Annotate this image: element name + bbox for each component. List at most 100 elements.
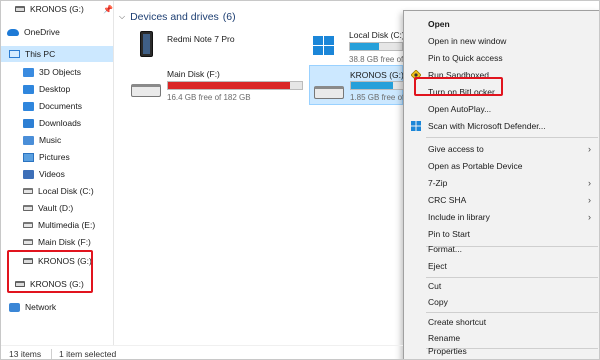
videos-icon [23, 169, 34, 179]
status-bar: 13 items 1 item selected [1, 345, 403, 359]
drive-icon [23, 222, 33, 228]
menu-item-cut[interactable]: Cut [404, 278, 599, 294]
menu-item-label: Pin to Start [428, 229, 471, 239]
menu-item-scan-defender[interactable]: Scan with Microsoft Defender... [404, 118, 599, 134]
drive-icon [15, 6, 25, 12]
nav-item-this-pc[interactable]: This PC [1, 46, 113, 62]
status-item-count: 13 items [9, 348, 42, 359]
menu-item-pin-quick-access[interactable]: Pin to Quick access [404, 50, 599, 66]
drive-icon [23, 205, 33, 211]
nav-item-label: Network [25, 302, 57, 312]
menu-item-label: Open AutoPlay... [428, 104, 492, 114]
chevron-right-icon: › [588, 144, 591, 154]
drive-usage-fill [351, 82, 393, 89]
nav-item-kronos-quick[interactable]: KRONOS (G:) 📌 [1, 1, 113, 17]
file-explorer-window: KRONOS (G:) 📌 OneDrive This PC 3D Object… [0, 0, 600, 360]
menu-item-copy[interactable]: Copy [404, 294, 599, 310]
nav-item-network[interactable]: Network [1, 299, 113, 315]
phone-icon [140, 31, 153, 57]
nav-item-label: Vault (D:) [38, 203, 74, 213]
nav-item-main-disk-f[interactable]: Main Disk (F:) [1, 234, 113, 250]
status-selection: 1 item selected [59, 348, 117, 359]
menu-item-label: Open [428, 19, 450, 29]
menu-item-label: Give access to [428, 144, 484, 154]
menu-item-crc-sha[interactable]: CRC SHA › [404, 192, 599, 208]
nav-item-label: OneDrive [24, 27, 60, 37]
drive-icon [131, 84, 161, 97]
status-divider [51, 349, 52, 359]
context-menu: Open Open in new window Pin to Quick acc… [403, 10, 599, 359]
menu-item-format[interactable]: Format... [404, 241, 599, 257]
menu-item-label: CRC SHA [428, 195, 467, 205]
drive-name: Local Disk (C:) [349, 30, 405, 40]
menu-item-create-shortcut[interactable]: Create shortcut [404, 314, 599, 330]
drive-tile-kronos-g[interactable]: KRONOS (G:) 1.85 GB free of [309, 65, 405, 105]
menu-item-open-portable-device[interactable]: Open as Portable Device [404, 158, 599, 174]
highlight-box [414, 77, 503, 96]
menu-item-properties[interactable]: Properties [404, 343, 599, 359]
nav-item-videos[interactable]: Videos [1, 166, 113, 182]
nav-item-label: Multimedia (E:) [38, 220, 96, 230]
menu-item-label: Format... [428, 244, 463, 254]
drive-free-space: 1.85 GB free of [350, 93, 405, 102]
drive-icon [314, 86, 344, 99]
menu-item-pin-to-start[interactable]: Pin to Start [404, 226, 599, 242]
drive-tile-local-c[interactable]: Local Disk (C:) 38.8 GB free of [309, 29, 405, 64]
pin-icon: 📌 [103, 5, 113, 14]
nav-item-vault-d[interactable]: Vault (D:) [1, 200, 113, 216]
drive-tile-main-f[interactable]: Main Disk (F:) 16.4 GB free of 182 GB [127, 67, 307, 103]
drive-free-space: 38.8 GB free of [349, 55, 404, 64]
chevron-right-icon: › [588, 178, 591, 188]
menu-item-label: Open in new window [428, 36, 507, 46]
downloads-icon [23, 118, 34, 128]
group-header[interactable]: ⌵ Devices and drives (6) [119, 10, 236, 24]
nav-item-documents[interactable]: Documents [1, 98, 113, 114]
device-tile-phone[interactable]: Redmi Note 7 Pro [137, 29, 297, 63]
documents-icon [23, 101, 34, 111]
nav-item-label: Main Disk (F:) [38, 237, 91, 247]
chevron-right-icon: › [588, 195, 591, 205]
nav-item-label: Documents [39, 101, 82, 111]
group-title: Devices and drives [130, 11, 219, 23]
menu-item-label: Rename [428, 333, 461, 343]
menu-item-open-autoplay[interactable]: Open AutoPlay... [404, 101, 599, 117]
nav-item-label: Videos [39, 169, 65, 179]
drive-name: KRONOS (G:) [350, 70, 404, 80]
menu-item-open-new-window[interactable]: Open in new window [404, 33, 599, 49]
menu-item-include-library[interactable]: Include in library › [404, 209, 599, 225]
nav-item-desktop[interactable]: Desktop [1, 81, 113, 97]
drive-usage-bar [167, 81, 303, 90]
nav-item-label: Music [39, 135, 62, 145]
chevron-down-icon: ⌵ [119, 12, 126, 21]
windows-drive-icon [313, 36, 335, 56]
nav-item-label: Pictures [39, 152, 70, 162]
menu-item-label: Include in library [428, 212, 490, 222]
nav-item-local-disk-c[interactable]: Local Disk (C:) [1, 183, 113, 199]
group-count: (6) [222, 11, 236, 23]
onedrive-cloud-icon [7, 28, 19, 36]
defender-icon [411, 121, 421, 131]
drive-usage-fill [350, 43, 379, 50]
this-pc-icon [9, 50, 20, 58]
desktop-icon [23, 84, 34, 94]
menu-item-7zip[interactable]: 7-Zip › [404, 175, 599, 191]
nav-item-onedrive[interactable]: OneDrive [1, 24, 113, 40]
menu-item-give-access[interactable]: Give access to › [404, 141, 599, 157]
nav-item-pictures[interactable]: Pictures [1, 149, 113, 165]
drive-icon [23, 239, 33, 245]
menu-item-label: Copy [428, 297, 448, 307]
nav-item-downloads[interactable]: Downloads [1, 115, 113, 131]
menu-item-label: Scan with Microsoft Defender... [428, 121, 546, 131]
3d-objects-icon [23, 67, 34, 77]
nav-item-3d-objects[interactable]: 3D Objects [1, 64, 113, 80]
pictures-icon [23, 152, 34, 162]
nav-item-music[interactable]: Music [1, 132, 113, 148]
menu-separator [426, 312, 598, 313]
nav-item-multimedia-e[interactable]: Multimedia (E:) [1, 217, 113, 233]
chevron-right-icon: › [588, 212, 591, 222]
drive-usage-bar [350, 81, 404, 90]
menu-item-open[interactable]: Open [404, 16, 599, 32]
drive-free-space: 16.4 GB free of 182 GB [167, 93, 251, 102]
menu-item-eject[interactable]: Eject [404, 258, 599, 274]
drive-usage-fill [168, 82, 290, 89]
